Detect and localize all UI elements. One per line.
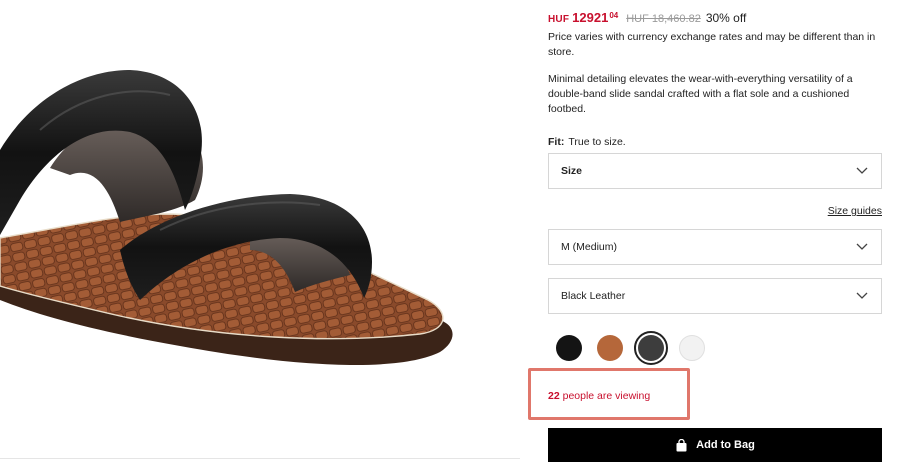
viewing-text: people are viewing xyxy=(559,390,651,402)
color-swatch-black-leather[interactable] xyxy=(634,331,668,365)
color-swatches xyxy=(552,331,716,365)
width-select-value: M (Medium) xyxy=(561,241,618,253)
size-select-value: Size xyxy=(561,165,583,177)
add-to-bag-button[interactable]: Add to Bag xyxy=(548,428,882,462)
image-divider xyxy=(0,458,520,459)
sale-price-decimal: 04 xyxy=(609,11,619,20)
fit-info: Fit: True to size. xyxy=(548,136,626,148)
add-to-bag-label: Add to Bag xyxy=(696,439,755,451)
color-swatch-black[interactable] xyxy=(552,331,586,365)
width-select[interactable]: M (Medium) xyxy=(548,229,882,265)
price-disclaimer: Price varies with currency exchange rate… xyxy=(548,31,876,58)
size-select[interactable]: Size xyxy=(548,153,882,189)
size-guides-link[interactable]: Size guides xyxy=(828,205,882,217)
price-row: HUF 12921 04 HUF 18,460.82 30% off xyxy=(548,10,746,25)
swatch-color-dot xyxy=(679,335,705,361)
swatch-color-dot xyxy=(597,335,623,361)
product-image[interactable] xyxy=(0,0,520,458)
people-viewing-notice: 22 people are viewing xyxy=(548,390,650,402)
swatch-color-dot xyxy=(638,335,664,361)
color-select[interactable]: Black Leather xyxy=(548,278,882,314)
chevron-down-icon xyxy=(855,289,869,303)
viewing-count: 22 xyxy=(548,390,560,402)
chevron-down-icon xyxy=(855,164,869,178)
sandal-illustration xyxy=(0,70,453,365)
original-price: HUF 18,460.82 xyxy=(626,13,701,25)
color-swatch-white[interactable] xyxy=(675,331,709,365)
color-swatch-tan[interactable] xyxy=(593,331,627,365)
discount-label: 30% off xyxy=(705,11,747,25)
sale-price-currency: HUF xyxy=(548,14,570,25)
product-description: Minimal detailing elevates the wear-with… xyxy=(548,73,853,115)
fit-label: Fit: xyxy=(548,136,565,148)
swatch-color-dot xyxy=(556,335,582,361)
sale-price-integer: 12921 xyxy=(572,10,609,25)
shopping-bag-icon xyxy=(675,438,688,452)
fit-value: True to size. xyxy=(568,136,626,148)
color-select-value: Black Leather xyxy=(561,290,626,302)
chevron-down-icon xyxy=(855,240,869,254)
